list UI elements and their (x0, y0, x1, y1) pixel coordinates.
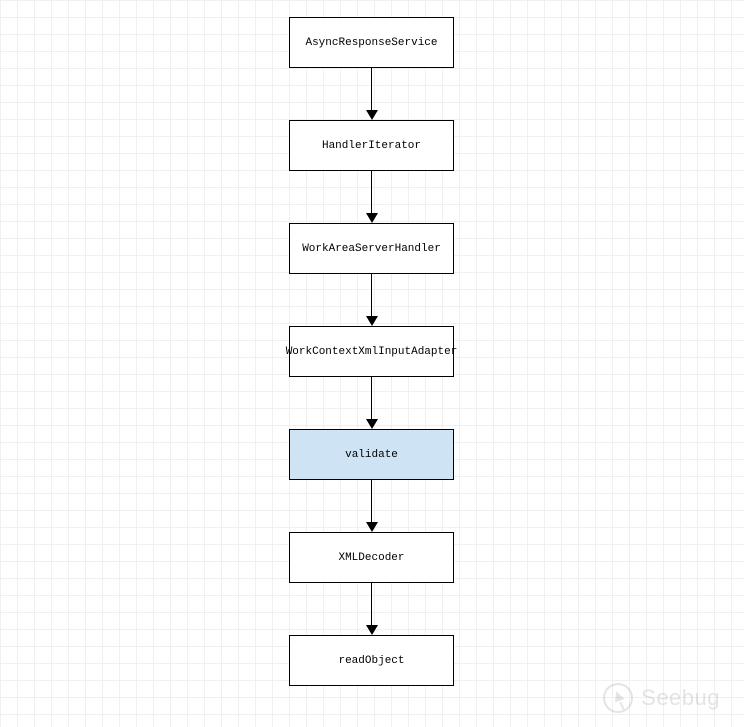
arrow-line (371, 583, 373, 627)
node-label: readObject (338, 655, 404, 667)
arrow-line (371, 171, 373, 215)
node-work-context-xml-input-adapter: WorkContextXmlInputAdapter (289, 326, 454, 377)
node-label: validate (345, 449, 398, 461)
arrow-head-icon (366, 419, 378, 429)
node-xml-decoder: XMLDecoder (289, 532, 454, 583)
logo-line-icon (620, 702, 625, 710)
arrow-connector (371, 274, 373, 326)
arrow-head-icon (366, 522, 378, 532)
flowchart-diagram: AsyncResponseService HandlerIterator Wor… (289, 17, 454, 686)
node-work-area-server-handler: WorkAreaServerHandler (289, 223, 454, 274)
arrow-line (371, 68, 373, 112)
node-handler-iterator: HandlerIterator (289, 120, 454, 171)
arrow-head-icon (366, 316, 378, 326)
watermark: Seebug (603, 683, 720, 713)
arrow-connector (371, 68, 373, 120)
arrow-line (371, 274, 373, 318)
node-async-response-service: AsyncResponseService (289, 17, 454, 68)
arrow-head-icon (366, 110, 378, 120)
node-label: WorkContextXmlInputAdapter (286, 346, 458, 358)
arrow-connector (371, 377, 373, 429)
seebug-logo-icon (603, 683, 633, 713)
node-label: AsyncResponseService (305, 37, 437, 49)
arrow-connector (371, 583, 373, 635)
node-label: XMLDecoder (338, 552, 404, 564)
node-read-object: readObject (289, 635, 454, 686)
logo-triangle-icon (612, 690, 625, 703)
arrow-head-icon (366, 625, 378, 635)
arrow-connector (371, 171, 373, 223)
arrow-line (371, 377, 373, 421)
arrow-line (371, 480, 373, 524)
arrow-head-icon (366, 213, 378, 223)
watermark-text: Seebug (641, 685, 720, 711)
node-validate: validate (289, 429, 454, 480)
node-label: WorkAreaServerHandler (302, 243, 441, 255)
arrow-connector (371, 480, 373, 532)
node-label: HandlerIterator (322, 140, 421, 152)
